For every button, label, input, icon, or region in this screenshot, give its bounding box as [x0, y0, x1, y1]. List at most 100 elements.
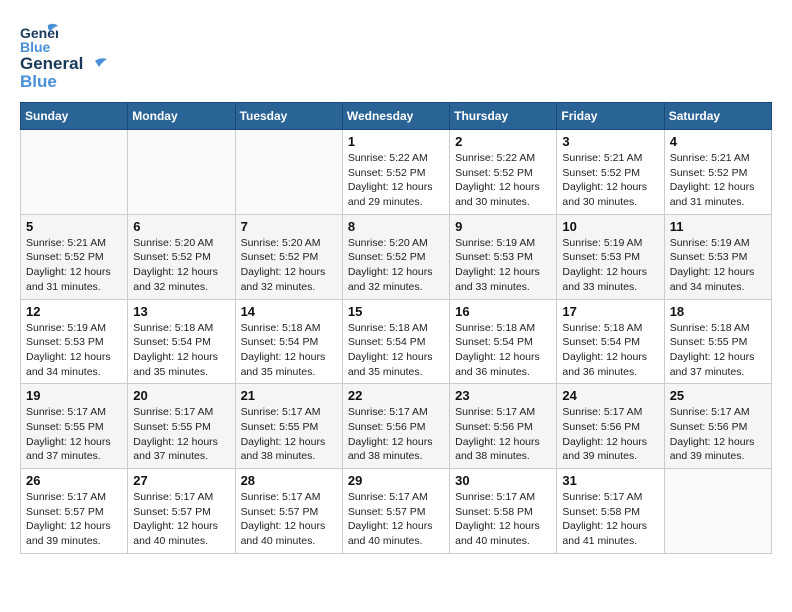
day-number: 31: [562, 473, 658, 488]
day-info: Sunrise: 5:20 AM Sunset: 5:52 PM Dayligh…: [348, 236, 444, 295]
calendar-cell: 28 Sunrise: 5:17 AM Sunset: 5:57 PM Dayli…: [235, 469, 342, 554]
logo-bird-icon: [85, 57, 107, 71]
day-number: 9: [455, 219, 551, 234]
calendar-cell: 11 Sunrise: 5:19 AM Sunset: 5:53 PM Dayli…: [664, 214, 771, 299]
day-number: 26: [26, 473, 122, 488]
calendar-cell: 15 Sunrise: 5:18 AM Sunset: 5:54 PM Dayli…: [342, 299, 449, 384]
calendar-cell: 17 Sunrise: 5:18 AM Sunset: 5:54 PM Dayli…: [557, 299, 664, 384]
day-info: Sunrise: 5:21 AM Sunset: 5:52 PM Dayligh…: [26, 236, 122, 295]
day-number: 16: [455, 304, 551, 319]
calendar-cell: [21, 130, 128, 215]
day-info: Sunrise: 5:17 AM Sunset: 5:57 PM Dayligh…: [133, 490, 229, 549]
day-number: 20: [133, 388, 229, 403]
day-info: Sunrise: 5:21 AM Sunset: 5:52 PM Dayligh…: [562, 151, 658, 210]
day-number: 6: [133, 219, 229, 234]
calendar-cell: 16 Sunrise: 5:18 AM Sunset: 5:54 PM Dayli…: [450, 299, 557, 384]
day-info: Sunrise: 5:18 AM Sunset: 5:55 PM Dayligh…: [670, 321, 766, 380]
logo: General Blue General Blue: [20, 20, 109, 92]
logo-blue: Blue: [20, 72, 57, 92]
day-info: Sunrise: 5:17 AM Sunset: 5:55 PM Dayligh…: [26, 405, 122, 464]
day-info: Sunrise: 5:17 AM Sunset: 5:58 PM Dayligh…: [455, 490, 551, 549]
day-info: Sunrise: 5:18 AM Sunset: 5:54 PM Dayligh…: [241, 321, 337, 380]
day-number: 22: [348, 388, 444, 403]
calendar-cell: 27 Sunrise: 5:17 AM Sunset: 5:57 PM Dayli…: [128, 469, 235, 554]
calendar-cell: [235, 130, 342, 215]
calendar-cell: [128, 130, 235, 215]
day-number: 29: [348, 473, 444, 488]
day-number: 3: [562, 134, 658, 149]
calendar-cell: 10 Sunrise: 5:19 AM Sunset: 5:53 PM Dayli…: [557, 214, 664, 299]
day-number: 4: [670, 134, 766, 149]
calendar-cell: 22 Sunrise: 5:17 AM Sunset: 5:56 PM Dayli…: [342, 384, 449, 469]
day-number: 8: [348, 219, 444, 234]
day-number: 24: [562, 388, 658, 403]
day-number: 14: [241, 304, 337, 319]
calendar-cell: 1 Sunrise: 5:22 AM Sunset: 5:52 PM Daylig…: [342, 130, 449, 215]
day-number: 18: [670, 304, 766, 319]
day-info: Sunrise: 5:17 AM Sunset: 5:56 PM Dayligh…: [455, 405, 551, 464]
day-info: Sunrise: 5:18 AM Sunset: 5:54 PM Dayligh…: [562, 321, 658, 380]
day-info: Sunrise: 5:18 AM Sunset: 5:54 PM Dayligh…: [348, 321, 444, 380]
calendar-cell: 7Sunrise: 5:20 AM Sunset: 5:52 PM Daylig…: [235, 214, 342, 299]
day-info: Sunrise: 5:18 AM Sunset: 5:54 PM Dayligh…: [455, 321, 551, 380]
calendar-cell: 2Sunrise: 5:22 AM Sunset: 5:52 PM Daylig…: [450, 130, 557, 215]
weekday-header-wednesday: Wednesday: [342, 103, 449, 130]
calendar-week-row: 12Sunrise: 5:19 AM Sunset: 5:53 PM Dayli…: [21, 299, 772, 384]
day-number: 10: [562, 219, 658, 234]
page-header: General Blue General Blue: [20, 20, 772, 92]
calendar-cell: 19Sunrise: 5:17 AM Sunset: 5:55 PM Dayli…: [21, 384, 128, 469]
calendar-table: SundayMondayTuesdayWednesdayThursdayFrid…: [20, 102, 772, 554]
day-number: 28: [241, 473, 337, 488]
calendar-cell: 8 Sunrise: 5:20 AM Sunset: 5:52 PM Daylig…: [342, 214, 449, 299]
weekday-header-thursday: Thursday: [450, 103, 557, 130]
weekday-header-friday: Friday: [557, 103, 664, 130]
day-number: 25: [670, 388, 766, 403]
calendar-cell: 25 Sunrise: 5:17 AM Sunset: 5:56 PM Dayli…: [664, 384, 771, 469]
day-info: Sunrise: 5:17 AM Sunset: 5:56 PM Dayligh…: [348, 405, 444, 464]
day-info: Sunrise: 5:17 AM Sunset: 5:56 PM Dayligh…: [670, 405, 766, 464]
day-info: Sunrise: 5:17 AM Sunset: 5:58 PM Dayligh…: [562, 490, 658, 549]
day-info: Sunrise: 5:20 AM Sunset: 5:52 PM Dayligh…: [133, 236, 229, 295]
calendar-cell: 5 Sunrise: 5:21 AM Sunset: 5:52 PM Daylig…: [21, 214, 128, 299]
calendar-cell: 6 Sunrise: 5:20 AM Sunset: 5:52 PM Daylig…: [128, 214, 235, 299]
day-number: 11: [670, 219, 766, 234]
calendar-cell: 23 Sunrise: 5:17 AM Sunset: 5:56 PM Dayli…: [450, 384, 557, 469]
day-number: 2: [455, 134, 551, 149]
calendar-cell: 21Sunrise: 5:17 AM Sunset: 5:55 PM Dayli…: [235, 384, 342, 469]
day-number: 23: [455, 388, 551, 403]
logo-icon: General Blue: [20, 20, 58, 58]
day-info: Sunrise: 5:19 AM Sunset: 5:53 PM Dayligh…: [455, 236, 551, 295]
day-info: Sunrise: 5:17 AM Sunset: 5:57 PM Dayligh…: [26, 490, 122, 549]
calendar-week-row: 5 Sunrise: 5:21 AM Sunset: 5:52 PM Daylig…: [21, 214, 772, 299]
weekday-header-monday: Monday: [128, 103, 235, 130]
day-info: Sunrise: 5:17 AM Sunset: 5:57 PM Dayligh…: [241, 490, 337, 549]
day-info: Sunrise: 5:21 AM Sunset: 5:52 PM Dayligh…: [670, 151, 766, 210]
calendar-cell: 20Sunrise: 5:17 AM Sunset: 5:55 PM Dayli…: [128, 384, 235, 469]
day-info: Sunrise: 5:17 AM Sunset: 5:55 PM Dayligh…: [241, 405, 337, 464]
day-number: 27: [133, 473, 229, 488]
day-number: 5: [26, 219, 122, 234]
calendar-week-row: 1 Sunrise: 5:22 AM Sunset: 5:52 PM Daylig…: [21, 130, 772, 215]
calendar-week-row: 19Sunrise: 5:17 AM Sunset: 5:55 PM Dayli…: [21, 384, 772, 469]
weekday-header-row: SundayMondayTuesdayWednesdayThursdayFrid…: [21, 103, 772, 130]
calendar-body: 1 Sunrise: 5:22 AM Sunset: 5:52 PM Daylig…: [21, 130, 772, 554]
calendar-cell: 13 Sunrise: 5:18 AM Sunset: 5:54 PM Dayli…: [128, 299, 235, 384]
day-info: Sunrise: 5:20 AM Sunset: 5:52 PM Dayligh…: [241, 236, 337, 295]
svg-text:Blue: Blue: [20, 39, 51, 55]
day-number: 1: [348, 134, 444, 149]
calendar-week-row: 26 Sunrise: 5:17 AM Sunset: 5:57 PM Dayli…: [21, 469, 772, 554]
day-number: 13: [133, 304, 229, 319]
calendar-cell: 30Sunrise: 5:17 AM Sunset: 5:58 PM Dayli…: [450, 469, 557, 554]
day-number: 15: [348, 304, 444, 319]
calendar-cell: 3 Sunrise: 5:21 AM Sunset: 5:52 PM Daylig…: [557, 130, 664, 215]
calendar-cell: [664, 469, 771, 554]
day-number: 17: [562, 304, 658, 319]
day-info: Sunrise: 5:22 AM Sunset: 5:52 PM Dayligh…: [348, 151, 444, 210]
calendar-cell: 4 Sunrise: 5:21 AM Sunset: 5:52 PM Daylig…: [664, 130, 771, 215]
calendar-header: SundayMondayTuesdayWednesdayThursdayFrid…: [21, 103, 772, 130]
day-info: Sunrise: 5:18 AM Sunset: 5:54 PM Dayligh…: [133, 321, 229, 380]
day-info: Sunrise: 5:19 AM Sunset: 5:53 PM Dayligh…: [670, 236, 766, 295]
day-info: Sunrise: 5:19 AM Sunset: 5:53 PM Dayligh…: [562, 236, 658, 295]
calendar-cell: 12Sunrise: 5:19 AM Sunset: 5:53 PM Dayli…: [21, 299, 128, 384]
calendar-cell: 29Sunrise: 5:17 AM Sunset: 5:57 PM Dayli…: [342, 469, 449, 554]
